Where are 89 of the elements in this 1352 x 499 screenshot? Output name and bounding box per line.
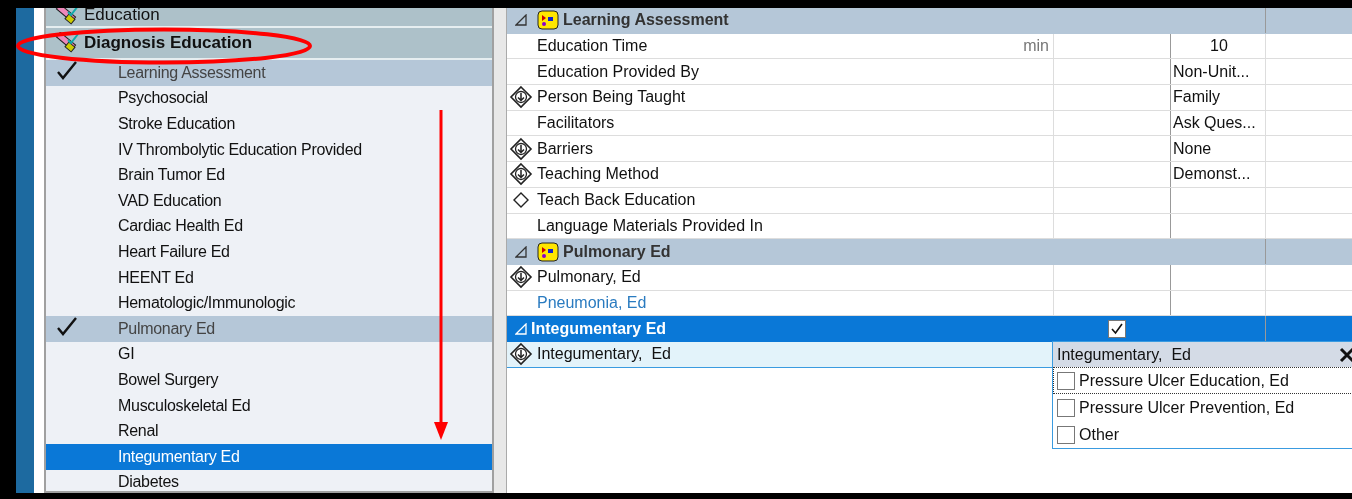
value-cell-text: 10: [1209, 37, 1228, 56]
checkbox[interactable]: [1057, 398, 1075, 417]
item-label: Integumentary Ed: [118, 447, 240, 466]
close-icon[interactable]: [1339, 346, 1352, 363]
row-label: Language Materials Provided In: [537, 216, 763, 235]
item-label: Learning Assessment: [118, 63, 266, 82]
option-label: Other: [1079, 425, 1119, 444]
sidebar-item[interactable]: Renal: [46, 418, 492, 444]
row-label: Facilitators: [537, 114, 615, 133]
group-label: Diagnosis Education: [84, 33, 253, 53]
sidebar-group[interactable]: Diagnosis Education: [46, 28, 492, 60]
diamond-arrow-icon: [509, 342, 533, 367]
section-row[interactable]: Integumentary Ed: [507, 316, 1352, 342]
sidebar-item[interactable]: Brain Tumor Ed: [46, 162, 492, 188]
grid-row[interactable]: Language Materials Provided In: [507, 213, 1352, 240]
checkbox[interactable]: [1057, 425, 1075, 444]
item-label: Cardiac Health Ed: [118, 217, 243, 236]
item-label: Stroke Education: [118, 115, 236, 133]
section-row[interactable]: Learning Assessment: [507, 8, 1352, 34]
option-row[interactable]: Pressure Ulcer Education, Ed: [1053, 367, 1352, 394]
section-title: Learning Assessment: [563, 11, 729, 30]
grid-row[interactable]: Teaching Method Demonst...: [507, 162, 1352, 188]
unit-label: min: [1023, 37, 1050, 56]
sidebar-item[interactable]: Heart Failure Ed: [46, 239, 492, 265]
section-row[interactable]: Pulmonary Ed: [507, 239, 1352, 265]
popup-title: Integumentary, Ed: [1057, 345, 1191, 364]
collapse-icon: [515, 245, 527, 258]
item-label: Renal: [118, 422, 159, 441]
grid-row[interactable]: Education Time min 10: [507, 33, 1352, 60]
sidebar-item[interactable]: Stroke Education: [46, 111, 492, 137]
section-title: Pulmonary Ed: [563, 242, 671, 261]
collapse-icon: [515, 322, 527, 335]
row-label: Education Time: [537, 37, 648, 56]
link-label[interactable]: Pneumonia, Ed: [537, 293, 647, 312]
row-label: Teach Back Education: [537, 191, 696, 210]
section-icon: [537, 10, 559, 31]
grid-row[interactable]: Person Being Taught Family: [507, 85, 1352, 111]
diamond-arrow-icon: [509, 162, 533, 187]
item-label: GI: [118, 345, 135, 364]
sidebar-item[interactable]: Learning Assessment: [46, 60, 492, 86]
sidebar-item[interactable]: Hematologic/Immunologic: [46, 290, 492, 316]
item-label: Musculoskeletal Ed: [118, 396, 251, 415]
sidebar-group[interactable]: Education: [46, 8, 492, 28]
value-cell-text: Demonst...: [1172, 165, 1251, 184]
option-label: Pressure Ulcer Education, Ed: [1079, 371, 1289, 390]
option-row[interactable]: Pressure Ulcer Prevention, Ed: [1053, 394, 1352, 421]
collapse-icon: [515, 14, 527, 27]
item-label: IV Thrombolytic Education Provided: [118, 140, 362, 159]
sidebar-item[interactable]: Bowel Surgery: [46, 367, 492, 393]
sidebar-item[interactable]: Cardiac Health Ed: [46, 213, 492, 240]
sidebar-item[interactable]: GI: [46, 341, 492, 368]
row-label: Education Provided By: [537, 62, 699, 81]
option-row[interactable]: Other: [1053, 421, 1352, 448]
sidebar-item[interactable]: Psychosocial: [46, 85, 492, 112]
row-label: Pulmonary, Ed: [537, 268, 641, 287]
item-label: HEENT Ed: [118, 268, 194, 287]
item-label: VAD Education: [118, 191, 222, 210]
item-label: Diabetes: [118, 473, 179, 491]
sidebar-item[interactable]: HEENT Ed: [46, 264, 492, 291]
item-label: Bowel Surgery: [118, 370, 219, 389]
section-icon: [537, 241, 559, 262]
grid-row[interactable]: Pulmonary, Ed: [507, 264, 1352, 291]
diamond-arrow-icon: [509, 265, 533, 290]
value-cell-text: Family: [1172, 88, 1221, 107]
item-label: Hematologic/Immunologic: [118, 294, 296, 313]
section-title: Integumentary Ed: [531, 319, 667, 338]
group-label: Education: [84, 8, 160, 25]
checkbox[interactable]: [1057, 371, 1075, 390]
row-label: Person Being Taught: [537, 88, 686, 107]
option-label: Pressure Ulcer Prevention, Ed: [1079, 398, 1295, 417]
diamond-arrow-icon: [509, 136, 533, 161]
item-label: Pulmonary Ed: [118, 319, 215, 338]
item-label: Heart Failure Ed: [118, 242, 230, 261]
row-label: Integumentary, Ed: [537, 345, 671, 364]
checkbox[interactable]: [1108, 319, 1126, 338]
row-label: Teaching Method: [537, 165, 659, 184]
row-label: Barriers: [537, 139, 593, 158]
diamond-arrow-icon: [509, 85, 533, 110]
item-label: Psychosocial: [118, 89, 208, 108]
sidebar-item[interactable]: Integumentary Ed: [46, 443, 492, 470]
sidebar-item[interactable]: Pulmonary Ed: [46, 315, 492, 342]
sidebar-item[interactable]: Musculoskeletal Ed: [46, 392, 492, 419]
value-cell-text: Non-Unit...: [1172, 62, 1250, 81]
sidebar-item[interactable]: Diabetes: [46, 469, 492, 491]
value-cell-text: Ask Ques...: [1172, 114, 1256, 133]
sidebar-item[interactable]: IV Thrombolytic Education Provided: [46, 136, 492, 163]
item-label: Brain Tumor Ed: [118, 166, 225, 185]
sidebar-item[interactable]: VAD Education: [46, 187, 492, 214]
value-cell-text: None: [1172, 139, 1212, 158]
